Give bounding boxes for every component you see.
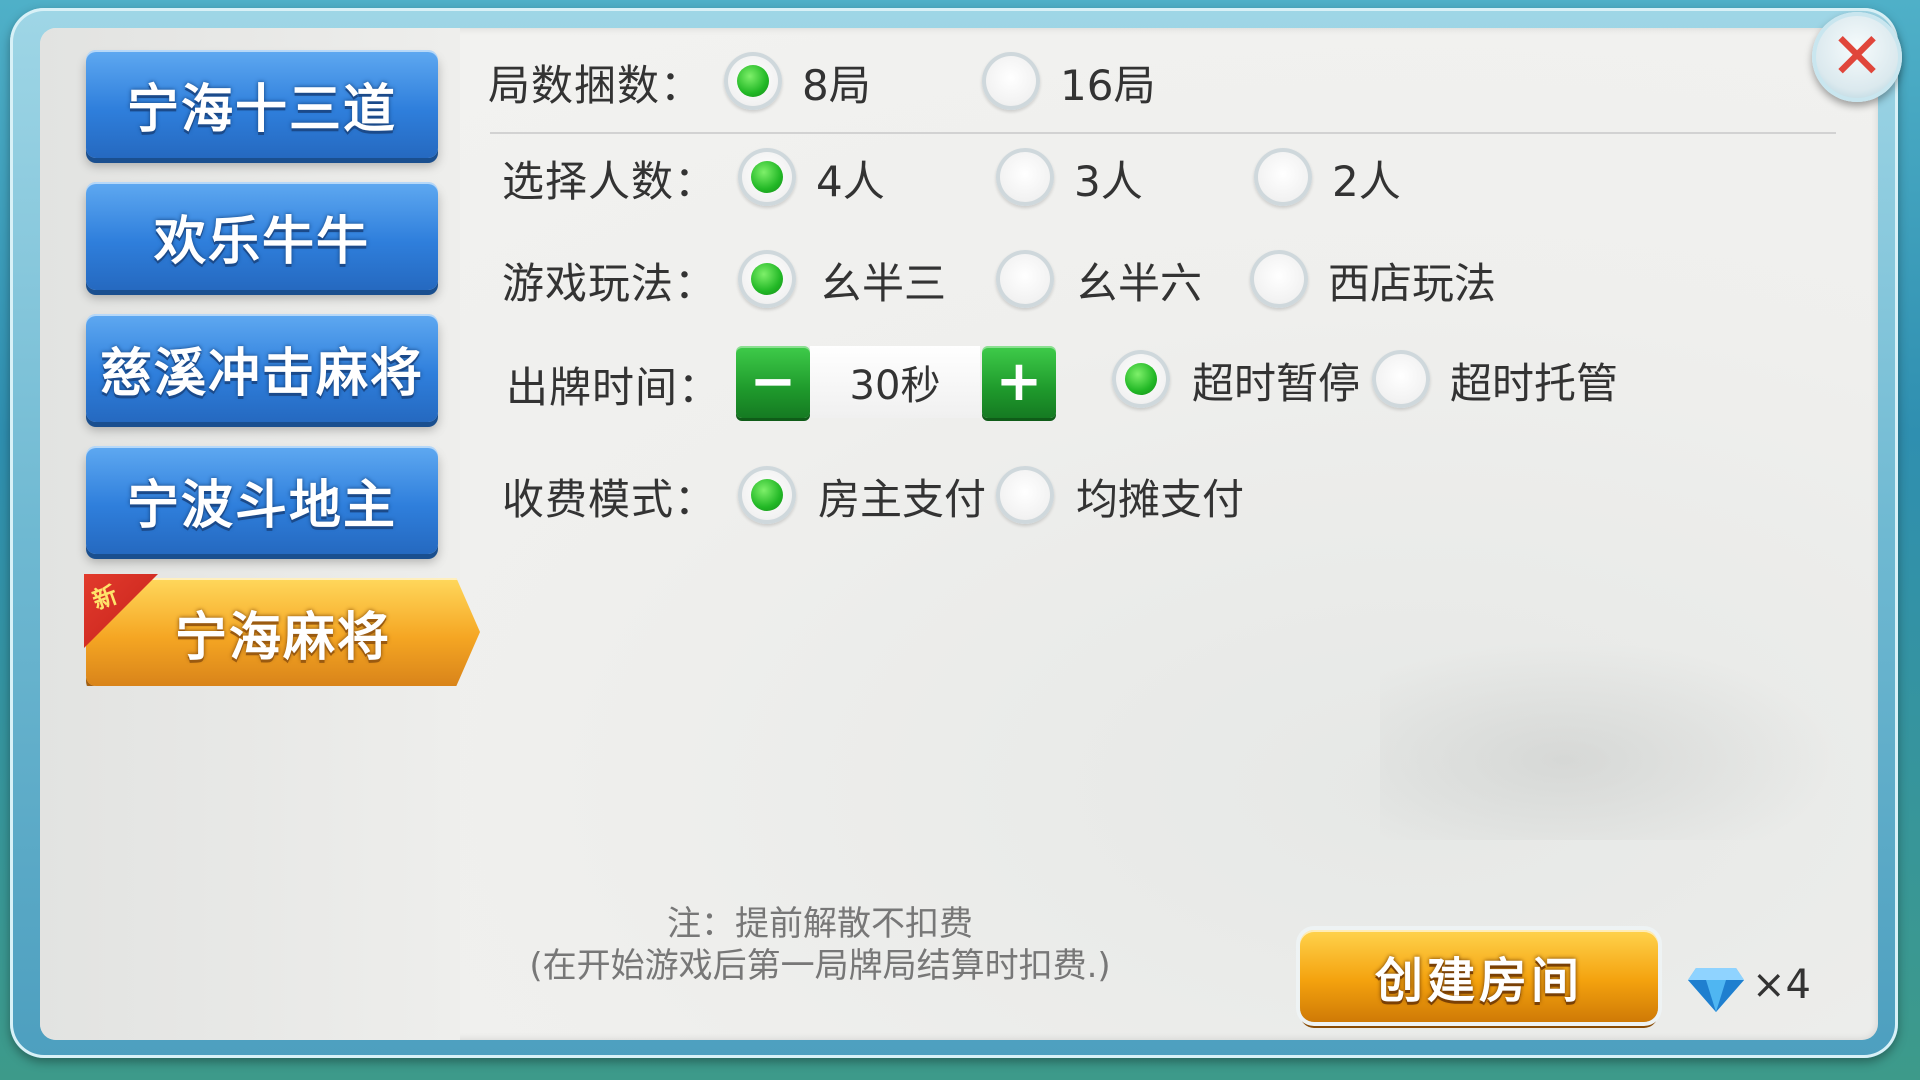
option-rounds-8[interactable]: 8局 <box>802 52 871 113</box>
create-room-button[interactable]: 创建房间 <box>1300 930 1658 1022</box>
tab-ninghai-mahjong[interactable]: 宁海麻将 <box>86 578 480 686</box>
radio-selected-dot <box>1125 363 1157 395</box>
increase-time-button[interactable]: + <box>982 346 1056 418</box>
option-mode-yaoban6[interactable]: 幺半六 <box>1076 250 1202 311</box>
diamond-cost: ×4 <box>1752 962 1811 1008</box>
time-label: 出牌时间： <box>506 363 722 412</box>
mode-label: 游戏玩法： <box>502 259 718 308</box>
radio-selected-dot <box>751 263 783 295</box>
option-players-4[interactable]: 4人 <box>816 148 885 209</box>
option-timeout-pause[interactable]: 超时暂停 <box>1192 350 1360 411</box>
tab-happy-niuniu[interactable]: 欢乐牛牛 <box>86 182 438 290</box>
close-icon: ✕ <box>1830 20 1884 94</box>
divider <box>490 132 1836 134</box>
radio-fee-owner[interactable] <box>738 466 796 524</box>
radio-timeout-pause[interactable] <box>1112 350 1170 408</box>
background-mountain-art <box>1380 640 1840 840</box>
decrease-time-button[interactable]: − <box>736 346 810 418</box>
radio-selected-dot <box>751 479 783 511</box>
option-rounds-16[interactable]: 16局 <box>1060 52 1155 113</box>
option-mode-yaoban3[interactable]: 幺半三 <box>820 250 946 311</box>
tab-ningbo-doudizhu[interactable]: 宁波斗地主 <box>86 446 438 554</box>
radio-mode-yaoban6[interactable] <box>996 250 1054 308</box>
option-players-3[interactable]: 3人 <box>1074 148 1143 209</box>
tab-label: 宁海麻将 <box>174 607 391 668</box>
diamond-icon <box>1688 968 1744 1012</box>
time-value: 30秒 <box>810 346 980 418</box>
tab-label: 宁海十三道 <box>126 79 397 140</box>
radio-mode-xidian[interactable] <box>1250 250 1308 308</box>
radio-selected-dot <box>751 161 783 193</box>
create-room-label: 创建房间 <box>1374 953 1583 1009</box>
plus-icon: + <box>995 349 1043 414</box>
fee-label: 收费模式： <box>502 475 718 524</box>
tab-ninghai-13[interactable]: 宁海十三道 <box>86 50 438 158</box>
radio-fee-split[interactable] <box>996 466 1054 524</box>
option-fee-split[interactable]: 均摊支付 <box>1076 466 1244 527</box>
tab-label: 宁波斗地主 <box>126 475 397 536</box>
note-line-2: (在开始游戏后第一局牌局结算时扣费.) <box>529 946 1111 986</box>
radio-rounds-16[interactable] <box>982 52 1040 110</box>
option-timeout-auto[interactable]: 超时托管 <box>1450 350 1618 411</box>
tab-label: 欢乐牛牛 <box>153 211 370 272</box>
option-players-2[interactable]: 2人 <box>1332 148 1401 209</box>
minus-icon: − <box>749 349 797 414</box>
radio-timeout-auto[interactable] <box>1372 350 1430 408</box>
radio-mode-yaoban3[interactable] <box>738 250 796 308</box>
radio-players-3[interactable] <box>996 148 1054 206</box>
radio-players-2[interactable] <box>1254 148 1312 206</box>
players-label: 选择人数： <box>502 157 718 206</box>
tab-label: 慈溪冲击麻将 <box>99 343 424 404</box>
option-fee-owner[interactable]: 房主支付 <box>818 466 986 527</box>
radio-rounds-8[interactable] <box>724 52 782 110</box>
tab-cixi-mahjong[interactable]: 慈溪冲击麻将 <box>86 314 438 422</box>
close-button[interactable]: ✕ <box>1812 12 1902 102</box>
option-mode-xidian[interactable]: 西店玩法 <box>1328 250 1496 311</box>
rounds-label: 局数捆数： <box>488 61 704 110</box>
radio-selected-dot <box>737 65 769 97</box>
radio-players-4[interactable] <box>738 148 796 206</box>
